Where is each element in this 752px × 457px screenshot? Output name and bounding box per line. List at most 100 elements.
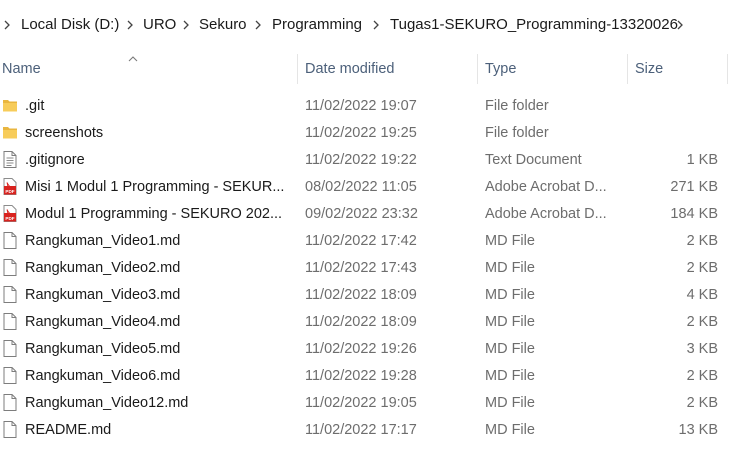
file-size: 184 KB: [670, 206, 718, 222]
file-row[interactable]: .git 11/02/2022 19:07 File folder: [0, 92, 752, 119]
chevron-right-icon[interactable]: [181, 16, 191, 34]
file-type: MD File: [485, 341, 535, 357]
file-row[interactable]: .gitignore 11/02/2022 19:22 Text Document 1…: [0, 146, 752, 173]
column-header-size[interactable]: Size: [635, 59, 663, 79]
breadcrumb-item-programming[interactable]: Programming: [272, 15, 362, 35]
file-name: .git: [25, 98, 45, 114]
file-name: Rangkuman_Video5.md: [25, 341, 181, 357]
file-type: MD File: [485, 368, 535, 384]
column-header-type[interactable]: Type: [485, 59, 516, 79]
chevron-right-icon[interactable]: [2, 16, 12, 34]
file-date-modified: 11/02/2022 19:28: [305, 368, 417, 384]
file-type: Adobe Acrobat D...: [485, 206, 607, 222]
file-date-modified: 08/02/2022 11:05: [305, 179, 417, 195]
chevron-right-icon[interactable]: [675, 16, 685, 34]
file-type: Text Document: [485, 152, 582, 168]
file-name: Rangkuman_Video4.md: [25, 314, 181, 330]
file-date-modified: 11/02/2022 18:09: [305, 287, 417, 303]
file-size: 3 KB: [686, 341, 718, 357]
file-name: Rangkuman_Video1.md: [25, 233, 181, 249]
file-name: screenshots: [25, 125, 104, 141]
file-size: 2 KB: [686, 395, 718, 411]
file-row[interactable]: PDF Misi 1 Modul 1 Programming - SEKUR...…: [0, 173, 752, 200]
svg-text:PDF: PDF: [5, 189, 14, 194]
file-name: README.md: [25, 422, 112, 438]
text-document-icon: [2, 150, 18, 169]
file-row[interactable]: Rangkuman_Video2.md 11/02/2022 17:43 MD Fi…: [0, 254, 752, 281]
file-name: Rangkuman_Video6.md: [25, 368, 181, 384]
file-date-modified: 11/02/2022 17:17: [305, 422, 417, 438]
file-size: 1 KB: [686, 152, 718, 168]
file-row[interactable]: Rangkuman_Video6.md 11/02/2022 19:28 MD Fi…: [0, 362, 752, 389]
column-divider[interactable]: [477, 54, 478, 84]
file-row[interactable]: PDF Modul 1 Programming - SEKURO 202... 09…: [0, 200, 752, 227]
folder-icon: [2, 96, 18, 115]
file-size: 2 KB: [686, 368, 718, 384]
file-date-modified: 11/02/2022 19:22: [305, 152, 417, 168]
chevron-right-icon[interactable]: [253, 16, 263, 34]
file-name: Rangkuman_Video2.md: [25, 260, 181, 276]
file-date-modified: 11/02/2022 17:42: [305, 233, 417, 249]
file-type: Adobe Acrobat D...: [485, 179, 607, 195]
file-row[interactable]: Rangkuman_Video12.md 11/02/2022 19:05 MD F…: [0, 389, 752, 416]
file-icon: [2, 312, 18, 331]
file-date-modified: 09/02/2022 23:32: [305, 206, 418, 222]
file-date-modified: 11/02/2022 17:43: [305, 260, 417, 276]
file-size: 13 KB: [678, 422, 719, 438]
file-row[interactable]: README.md 11/02/2022 17:17 MD File 13 KB: [0, 416, 752, 443]
column-divider[interactable]: [727, 54, 728, 84]
chevron-right-icon[interactable]: [125, 16, 135, 34]
file-icon: [2, 366, 18, 385]
file-icon: [2, 420, 18, 439]
file-name: .gitignore: [25, 152, 85, 168]
file-icon: [2, 285, 18, 304]
file-name: Misi 1 Modul 1 Programming - SEKUR...: [25, 179, 285, 195]
file-row[interactable]: screenshots 11/02/2022 19:25 File folder: [0, 119, 752, 146]
breadcrumb-item-current-folder[interactable]: Tugas1-SEKURO_Programming-13320026: [390, 15, 678, 35]
folder-icon: [2, 123, 18, 142]
file-type: File folder: [485, 125, 549, 141]
breadcrumb-item-local-disk[interactable]: Local Disk (D:): [21, 15, 119, 35]
breadcrumb-item-sekuro[interactable]: Sekuro: [199, 15, 247, 35]
file-row[interactable]: Rangkuman_Video4.md 11/02/2022 18:09 MD Fi…: [0, 308, 752, 335]
breadcrumb: Local Disk (D:) URO Sekuro Programming T…: [0, 0, 752, 48]
file-type: MD File: [485, 287, 535, 303]
pdf-icon: PDF: [2, 204, 18, 223]
file-size: 2 KB: [686, 260, 718, 276]
column-header-row: Name Date modified Type Size: [0, 48, 752, 88]
file-type: File folder: [485, 98, 549, 114]
svg-text:PDF: PDF: [5, 216, 14, 221]
file-name: Modul 1 Programming - SEKURO 202...: [25, 206, 283, 222]
chevron-right-icon[interactable]: [371, 16, 381, 34]
column-header-date-modified[interactable]: Date modified: [305, 59, 394, 79]
file-type: MD File: [485, 395, 535, 411]
column-divider[interactable]: [297, 54, 298, 84]
file-row[interactable]: Rangkuman_Video5.md 11/02/2022 19:26 MD Fi…: [0, 335, 752, 362]
file-date-modified: 11/02/2022 18:09: [305, 314, 417, 330]
file-size: 2 KB: [686, 314, 718, 330]
file-size: 4 KB: [686, 287, 718, 303]
file-icon: [2, 393, 18, 412]
file-type: MD File: [485, 422, 535, 438]
file-name: Rangkuman_Video12.md: [25, 395, 189, 411]
file-date-modified: 11/02/2022 19:07: [305, 98, 417, 114]
file-date-modified: 11/02/2022 19:25: [305, 125, 417, 141]
sort-ascending-icon: [128, 50, 138, 68]
breadcrumb-item-uro[interactable]: URO: [143, 15, 176, 35]
file-name: Rangkuman_Video3.md: [25, 287, 181, 303]
file-row[interactable]: Rangkuman_Video1.md 11/02/2022 17:42 MD Fi…: [0, 227, 752, 254]
file-size: 271 KB: [670, 179, 718, 195]
file-date-modified: 11/02/2022 19:26: [305, 341, 417, 357]
file-size: 2 KB: [686, 233, 718, 249]
file-type: MD File: [485, 233, 535, 249]
pdf-icon: PDF: [2, 177, 18, 196]
file-type: MD File: [485, 260, 535, 276]
column-divider[interactable]: [627, 54, 628, 84]
file-row[interactable]: Rangkuman_Video3.md 11/02/2022 18:09 MD Fi…: [0, 281, 752, 308]
file-type: MD File: [485, 314, 535, 330]
file-icon: [2, 231, 18, 250]
file-date-modified: 11/02/2022 19:05: [305, 395, 417, 411]
file-icon: [2, 339, 18, 358]
column-header-name[interactable]: Name: [2, 59, 41, 79]
file-icon: [2, 258, 18, 277]
